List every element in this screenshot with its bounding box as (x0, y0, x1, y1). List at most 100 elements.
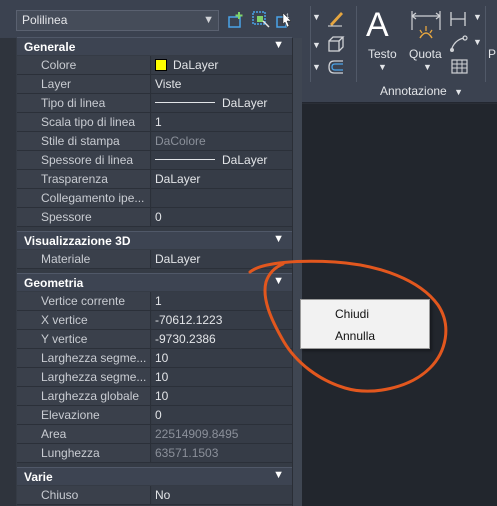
prop-label: Collegamento ipe... (17, 189, 151, 207)
prop-label: Chiuso (17, 486, 151, 504)
prop-value-larghezza-finale[interactable]: 10 (152, 368, 292, 386)
dropdown-arrow-icon[interactable]: ▼ (423, 62, 432, 72)
menu-item-chiudi[interactable]: Chiudi (301, 304, 429, 324)
prop-row-colore[interactable]: Colore DaLayer (17, 56, 292, 75)
prop-row-x-vertice[interactable]: X vertice -70612.1223 (17, 311, 292, 330)
prop-row-larghezza-globale[interactable]: Larghezza globale 10 (17, 387, 292, 406)
collapse-icon[interactable]: ▼ (273, 233, 284, 245)
prop-value-text: DaLayer (173, 58, 219, 72)
dropdown-arrow-icon[interactable]: ▼ (312, 62, 321, 72)
section-title: Varie (24, 470, 53, 484)
prop-row-spessore-linea[interactable]: Spessore di linea DaLayer (17, 151, 292, 170)
testo-label[interactable]: Testo (368, 47, 397, 61)
prop-row-larghezza-segmento-iniziale[interactable]: Larghezza segme... 10 (17, 349, 292, 368)
collapse-icon[interactable]: ▼ (273, 469, 284, 481)
prop-value-scala[interactable]: 1 (152, 113, 292, 131)
text-tool-icon[interactable]: A (366, 6, 389, 45)
toggle-pickadd-icon[interactable]: 1 (276, 11, 294, 29)
prop-value-colore[interactable]: DaLayer (152, 56, 292, 74)
prop-value-lunghezza: 63571.1503 (152, 444, 292, 462)
3d-box-icon[interactable] (326, 35, 346, 53)
prop-value-chiuso[interactable]: No (152, 486, 292, 504)
palette-scrollbar[interactable] (292, 38, 302, 506)
ribbon-overflow-label[interactable]: P (488, 47, 496, 61)
offset-icon[interactable] (326, 58, 346, 76)
quota-label[interactable]: Quota (409, 47, 442, 61)
pencil-edit-icon[interactable] (326, 9, 346, 27)
prop-row-vertice-corrente[interactable]: Vertice corrente 1 (17, 292, 292, 311)
section-title: Visualizzazione 3D (24, 234, 131, 248)
prop-value-text: DaLayer (222, 96, 268, 110)
prop-row-elevazione[interactable]: Elevazione 0 (17, 406, 292, 425)
prop-label: Scala tipo di linea (17, 113, 151, 131)
prop-label: X vertice (17, 311, 151, 329)
prop-row-spessore[interactable]: Spessore 0 (17, 208, 292, 227)
section-title: Generale (24, 40, 76, 54)
prop-label: Materiale (17, 250, 151, 268)
prop-value-y-vertice[interactable]: -9730.2386 (152, 330, 292, 348)
prop-value-materiale[interactable]: DaLayer (152, 250, 292, 268)
prop-row-y-vertice[interactable]: Y vertice -9730.2386 (17, 330, 292, 349)
dropdown-arrow-icon[interactable]: ▼ (454, 87, 463, 97)
prop-row-tipo-linea[interactable]: Tipo di linea DaLayer (17, 94, 292, 113)
section-geometria[interactable]: Geometria ▼ (17, 273, 292, 291)
quick-select-icon[interactable] (227, 11, 245, 29)
prop-row-trasparenza[interactable]: Trasparenza DaLayer (17, 170, 292, 189)
linetype-preview (155, 102, 215, 103)
prop-value-larghezza-iniziale[interactable]: 10 (152, 349, 292, 367)
dimension-icon[interactable] (409, 8, 443, 44)
section-varie[interactable]: Varie ▼ (17, 467, 292, 485)
prop-label: Larghezza segme... (17, 368, 151, 386)
prop-row-layer[interactable]: Layer Viste (17, 75, 292, 94)
prop-label: Stile di stampa (17, 132, 151, 150)
dropdown-arrow-icon[interactable]: ▼ (312, 40, 321, 50)
prop-value-tipo-linea[interactable]: DaLayer (152, 94, 292, 112)
prop-value-spessore-linea[interactable]: DaLayer (152, 151, 292, 169)
prop-row-larghezza-segmento-finale[interactable]: Larghezza segme... 10 (17, 368, 292, 387)
object-type-dropdown[interactable]: Polilinea ▼ (16, 10, 219, 31)
prop-value-trasparenza[interactable]: DaLayer (152, 170, 292, 188)
dropdown-arrow-icon[interactable]: ▼ (473, 12, 482, 22)
ribbon-separator (310, 6, 311, 82)
prop-value-text: DaLayer (222, 153, 268, 167)
section-visualizzazione-3d[interactable]: Visualizzazione 3D ▼ (17, 231, 292, 249)
prop-row-collegamento[interactable]: Collegamento ipe... (17, 189, 292, 208)
select-objects-icon[interactable] (252, 11, 270, 29)
prop-value-area: 22514909.8495 (152, 425, 292, 443)
prop-value-collegamento[interactable] (152, 189, 292, 207)
table-icon[interactable] (450, 58, 470, 76)
lineweight-preview (155, 159, 215, 160)
prop-value-layer[interactable]: Viste (152, 75, 292, 93)
prop-label: Lunghezza (17, 444, 151, 462)
object-type-value: Polilinea (22, 13, 68, 27)
menu-item-annulla[interactable]: Annulla (301, 326, 429, 346)
prop-value-vertice-corrente[interactable]: 1 (152, 292, 292, 310)
object-selector-row: Polilinea ▼ 1 (0, 0, 302, 38)
leader-icon[interactable] (448, 34, 470, 54)
prop-label: Spessore di linea (17, 151, 151, 169)
prop-row-area: Area 22514909.8495 (17, 425, 292, 444)
context-menu: Chiudi Annulla (300, 299, 430, 349)
dropdown-arrow-icon[interactable]: ▼ (378, 62, 387, 72)
prop-value-larghezza-globale[interactable]: 10 (152, 387, 292, 405)
linear-dimension-icon[interactable] (448, 9, 470, 29)
dropdown-arrow-icon[interactable]: ▼ (312, 12, 321, 22)
prop-row-scala-tipo-linea[interactable]: Scala tipo di linea 1 (17, 113, 292, 132)
prop-value-x-vertice[interactable]: -70612.1223 (152, 311, 292, 329)
prop-row-materiale[interactable]: Materiale DaLayer (17, 250, 292, 269)
collapse-icon[interactable]: ▼ (273, 39, 284, 51)
annotazione-panel-title[interactable]: Annotazione ▼ (356, 84, 497, 101)
prop-value-elevazione[interactable]: 0 (152, 406, 292, 424)
prop-row-stile-stampa[interactable]: Stile di stampa DaColore (17, 132, 292, 151)
prop-row-chiuso[interactable]: Chiuso No (17, 486, 292, 505)
color-swatch (155, 59, 167, 71)
prop-value-stile-stampa: DaColore (152, 132, 292, 150)
section-generale[interactable]: Generale ▼ (17, 37, 292, 55)
prop-label: Y vertice (17, 330, 151, 348)
prop-label: Area (17, 425, 151, 443)
prop-label: Vertice corrente (17, 292, 151, 310)
collapse-icon[interactable]: ▼ (273, 275, 284, 287)
ribbon-separator (485, 6, 486, 82)
dropdown-arrow-icon[interactable]: ▼ (473, 37, 482, 47)
prop-value-spessore[interactable]: 0 (152, 208, 292, 226)
